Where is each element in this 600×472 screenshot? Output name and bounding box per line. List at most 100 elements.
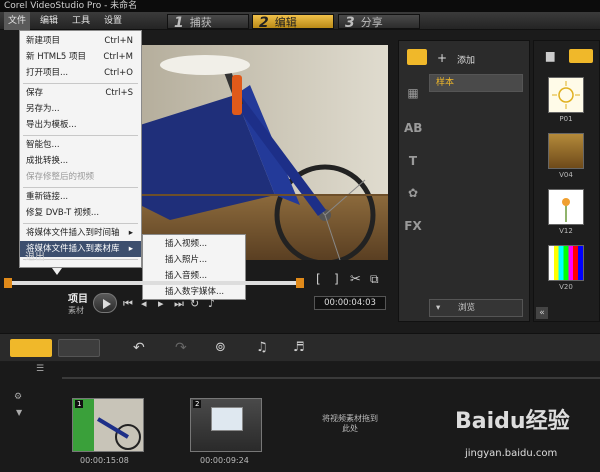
submenu-arrow-icon: ▸ [128,228,133,238]
tab-capture[interactable]: 1 捕获 [167,14,249,31]
menu-separator [23,83,138,84]
home-icon[interactable]: ⏮ [123,297,133,311]
menu-separator [23,223,138,224]
bicycle-preview-image [140,45,388,260]
submenu-item-label: 插入视频... [165,239,208,249]
transition-icon[interactable]: AB [404,121,422,135]
menu-separator [23,135,138,136]
clip-number: 1 [75,400,84,408]
trim-end-handle[interactable] [296,278,304,288]
menu-item-relink[interactable]: 重新链接... [20,189,141,205]
menu-item-label: 重新链接... [26,192,69,202]
folder-icon[interactable]: ▆ [546,49,554,62]
menu-separator [23,187,138,188]
clip-2-duration: 00:00:09:24 [200,456,249,465]
thumbnail-label: V12 [559,227,573,235]
volume-icon[interactable]: ♪ [208,297,215,310]
menu-item-batch-convert[interactable]: 成批转换... [20,153,141,169]
end-icon[interactable]: ⏭ [174,297,184,311]
timecode-display[interactable]: 00:00:04:03 [314,296,386,310]
menu-item-save[interactable]: 保存 Ctrl+S [20,85,141,101]
drop-hint: 将视频素材拖到此处 [322,414,378,433]
sound-mixer-icon[interactable]: ♫ [256,340,268,355]
tab-share[interactable]: 3 分享 [338,14,420,31]
baidu-watermark: Baidu经验 [455,409,570,434]
menu-item-label: 导出为模板... [26,120,77,130]
menu-item-new-project[interactable]: 新建项目 Ctrl+N [20,33,141,49]
thumbnail-label: V04 [559,171,573,179]
menu-item-label: 新建项目 [26,36,61,46]
insert-to-library-submenu: 插入视频... 插入照片... 插入音频... 插入数字媒体... [142,234,246,300]
split-clip-icon[interactable]: ✂ [350,272,361,287]
thumbnail-v04[interactable] [548,133,584,169]
submenu-item-insert-photo[interactable]: 插入照片... [143,252,245,268]
browse-button[interactable]: ▾ 浏览 [429,299,523,317]
undo-icon[interactable]: ↶ [133,340,145,356]
project-mode-label[interactable]: 项目 [68,290,88,305]
clip-number: 2 [193,400,202,408]
menu-item-label: 打开项目... [26,68,69,78]
previous-frame-icon[interactable]: ◂ [141,297,147,310]
show-video-icon[interactable] [569,49,593,63]
shortcut-text: Ctrl+S [105,88,133,98]
submenu-item-insert-video[interactable]: 插入视频... [143,236,245,252]
repeat-icon[interactable]: ↻ [190,297,199,310]
tab-edit[interactable]: 2 编辑 [252,14,334,31]
menu-item-repair-dvbt[interactable]: 修复 DVB-T 视频... [20,205,141,221]
menu-edit[interactable]: 编辑 [40,12,58,30]
auto-music-icon[interactable]: ♬ [293,340,305,355]
timeline-view-button[interactable] [58,339,100,357]
storyboard-clip-1[interactable]: 1 [72,398,144,452]
playhead-marker[interactable] [52,268,62,275]
filter-icon[interactable]: FX [404,219,422,233]
expand-icon[interactable]: ▼ [16,408,22,417]
thumbnail-v12[interactable] [548,189,584,225]
collapse-panel-icon[interactable]: « [536,307,548,319]
add-folder-label[interactable]: 添加 [457,53,475,66]
media-library-icon[interactable] [407,49,427,65]
mark-out-icon[interactable]: ] [334,272,339,286]
menu-item-label: 智能包... [26,140,60,150]
record-capture-icon[interactable]: ⊚ [215,340,226,355]
menu-item-smart-package[interactable]: 智能包... [20,137,141,153]
thumbnail-p01[interactable] [548,77,584,113]
track-manager-icon[interactable]: ⚙ [14,392,22,402]
menu-file[interactable]: 文件 [4,12,30,30]
thumbnail-v20[interactable] [548,245,584,281]
browse-icon: ▾ [436,303,441,313]
clip-2-thumbnail [211,407,243,431]
menu-item-save-as[interactable]: 另存为... [20,101,141,117]
list-icon[interactable]: ☰ [36,364,44,374]
trim-start-handle[interactable] [4,278,12,288]
play-button[interactable] [93,293,117,313]
tab-edit-number: 2 [259,15,269,31]
library-folder-sample[interactable]: 样本 [429,74,523,92]
tab-share-number: 3 [345,15,355,31]
menu-item-label: 保存修整后的视频 [26,172,95,182]
clip-mode-label[interactable]: 素材 [68,305,84,316]
title-icon[interactable]: T [404,154,422,168]
instant-project-icon[interactable]: ▦ [404,86,422,100]
tab-capture-number: 1 [174,15,184,31]
menu-item-label: 新 HTML5 项目 [26,52,86,62]
redo-icon[interactable]: ↷ [175,340,187,356]
menu-settings[interactable]: 设置 [104,12,122,30]
menu-item-new-html5-project[interactable]: 新 HTML5 项目 Ctrl+M [20,49,141,65]
menu-item-insert-to-timeline[interactable]: 将媒体文件插入到时间轴 ▸ [20,225,141,241]
next-frame-icon[interactable]: ▸ [158,297,164,310]
graphic-icon[interactable]: ✿ [404,186,422,200]
menu-tools[interactable]: 工具 [72,12,90,30]
scrub-bar[interactable] [6,281,303,285]
storyboard-view-button[interactable] [10,339,52,357]
play-icon [103,299,111,309]
menu-item-label: 保存 [26,88,44,98]
add-icon[interactable]: + [437,51,447,65]
menu-item-exit[interactable]: 退出 [19,250,142,266]
browse-label: 浏览 [458,303,476,313]
menu-item-open-project[interactable]: 打开项目... Ctrl+O [20,65,141,81]
menu-item-export-template[interactable]: 导出为模板... [20,117,141,133]
mark-in-icon[interactable]: [ [316,272,321,286]
storyboard-clip-2[interactable]: 2 [190,398,262,452]
file-menu: 新建项目 Ctrl+N 新 HTML5 项目 Ctrl+M 打开项目... Ctrl+… [19,30,142,268]
enlarge-preview-icon[interactable]: ⧉ [370,272,379,287]
